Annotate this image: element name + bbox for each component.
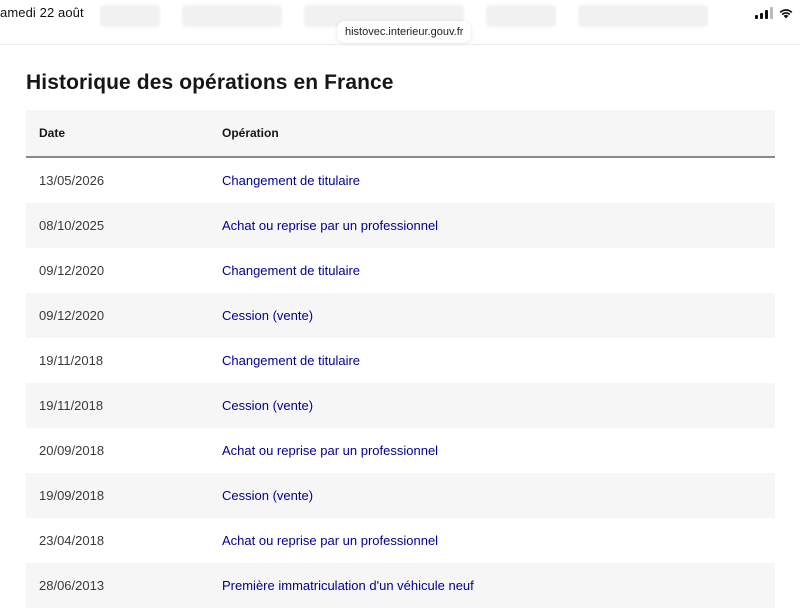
page-title: Historique des opérations en France: [26, 71, 394, 94]
row-date: 20/09/2018: [39, 443, 105, 458]
status-time: amedi 22 août: [0, 5, 84, 20]
column-header-date: Date: [26, 110, 222, 158]
faded-tab: [486, 5, 556, 27]
table-row: 13/05/2026 Changement de titulaire: [26, 157, 775, 203]
faded-tab: [578, 5, 708, 27]
operation-link[interactable]: Changement de titulaire: [222, 173, 360, 188]
row-date: 19/11/2018: [39, 353, 104, 368]
table-row: 08/10/2025 Achat ou reprise par un profe…: [26, 203, 775, 248]
operation-link[interactable]: Cession (vente): [222, 308, 313, 323]
operation-link[interactable]: Cession (vente): [222, 488, 313, 503]
row-date: 23/04/2018: [39, 533, 105, 548]
table-header-row: Date Opération: [26, 110, 775, 158]
operations-history-table: Date Opération 13/05/2026 Changement de …: [26, 110, 775, 608]
faded-tab: [182, 5, 282, 27]
row-date: 09/12/2020: [39, 308, 105, 323]
row-date: 08/10/2025: [39, 218, 105, 233]
table-row: 09/12/2020 Cession (vente): [26, 293, 775, 338]
operation-link[interactable]: Changement de titulaire: [222, 353, 360, 368]
operation-link[interactable]: Cession (vente): [222, 398, 313, 413]
divider: [0, 44, 800, 45]
operation-link[interactable]: Achat ou reprise par un professionnel: [222, 443, 438, 458]
row-date: 19/09/2018: [39, 488, 105, 503]
signal-icon: [755, 7, 774, 19]
table-row: 19/09/2018 Cession (vente): [26, 473, 775, 518]
row-date: 19/11/2018: [39, 398, 104, 413]
table-row: 19/11/2018 Changement de titulaire: [26, 338, 775, 383]
row-date: 13/05/2026: [39, 173, 105, 188]
operation-link[interactable]: Première immatriculation d'un véhicule n…: [222, 578, 474, 593]
row-date: 09/12/2020: [39, 263, 105, 278]
table-row: 09/12/2020 Changement de titulaire: [26, 248, 775, 293]
faded-tab: [100, 5, 160, 27]
operation-link[interactable]: Achat ou reprise par un professionnel: [222, 218, 438, 233]
status-indicators: 9: [755, 6, 800, 20]
wifi-icon: [779, 8, 793, 19]
address-bar[interactable]: histovec.interieur.gouv.fr: [337, 21, 472, 43]
table-row: 23/04/2018 Achat ou reprise par un profe…: [26, 518, 775, 563]
table-row: 20/09/2018 Achat ou reprise par un profe…: [26, 428, 775, 473]
operation-link[interactable]: Changement de titulaire: [222, 263, 360, 278]
table-row: 19/11/2018 Cession (vente): [26, 383, 775, 428]
row-date: 28/06/2013: [39, 578, 105, 593]
operation-link[interactable]: Achat ou reprise par un professionnel: [222, 533, 438, 548]
table-row: 28/06/2013 Première immatriculation d'un…: [26, 563, 775, 608]
column-header-operation: Opération: [222, 110, 775, 158]
